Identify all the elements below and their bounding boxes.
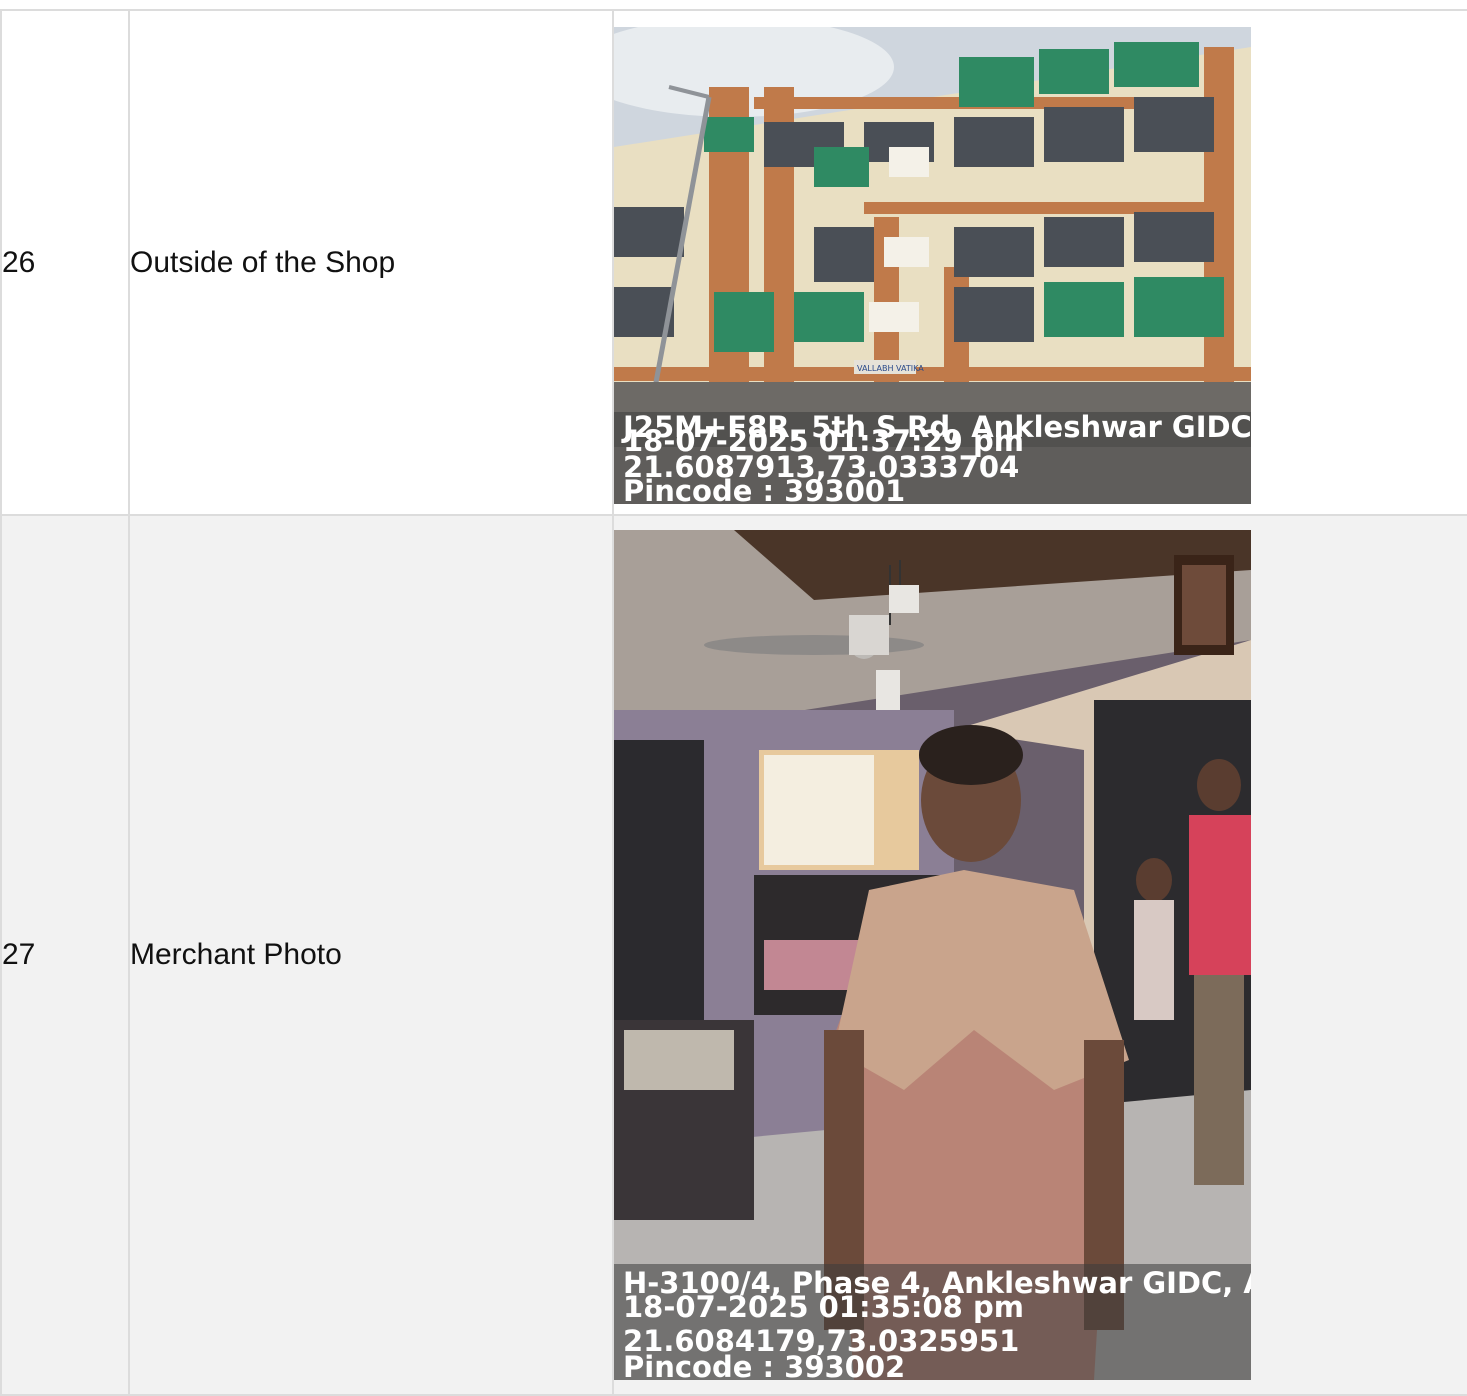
row-number: 26 xyxy=(0,9,130,516)
building-sign-text: VALLABH VATIKA xyxy=(857,364,924,373)
merchant-portrait-image xyxy=(614,530,1251,1380)
shop-exterior-photo: VALLABH VATIKA J25M+F8R, 5th S Rd, Ankle… xyxy=(614,27,1251,504)
row-number: 27 xyxy=(0,514,130,1396)
table-row: 27 Merchant Photo H-3100/4, Phase 4, Ank… xyxy=(0,514,1467,1396)
geo-stamp-overlay: J25M+F8R, 5th S Rd, Ankleshwar GIDC, ...… xyxy=(614,412,1251,504)
geo-stamp-overlay: H-3100/4, Phase 4, Ankleshwar GIDC, Ankl… xyxy=(614,1264,1251,1380)
photo-report-table: 26 Outside of the Shop VALLABH VATIKA J2… xyxy=(0,9,1467,1396)
photo-cell: VALLABH VATIKA J25M+F8R, 5th S Rd, Ankle… xyxy=(612,9,1467,516)
photo-cell: H-3100/4, Phase 4, Ankleshwar GIDC, Ankl… xyxy=(612,514,1467,1396)
merchant-photo: H-3100/4, Phase 4, Ankleshwar GIDC, Ankl… xyxy=(614,530,1251,1380)
row-label: Merchant Photo xyxy=(128,514,614,1396)
row-label: Outside of the Shop xyxy=(128,9,614,516)
table-row: 26 Outside of the Shop VALLABH VATIKA J2… xyxy=(0,9,1467,516)
